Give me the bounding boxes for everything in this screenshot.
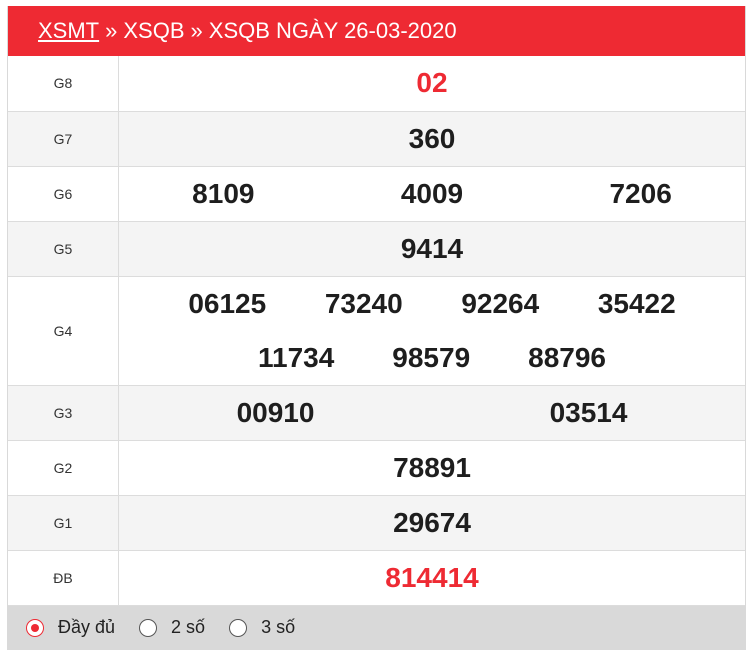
prize-row-g4: G4 06125 73240 92264 35422 11734 98579 8… <box>8 276 745 386</box>
prize-label: G6 <box>8 166 119 222</box>
prize-row-g1: G1 29674 <box>8 495 745 551</box>
display-options: Đầy đủ 2 số 3 số <box>8 605 745 650</box>
prize-label: G4 <box>8 276 119 386</box>
prize-numbers-line-1: 06125 73240 92264 35422 <box>119 277 745 331</box>
results-table: G8 02 G7 360 G6 8109 4009 7206 G5 9414 G… <box>8 56 745 606</box>
prize-row-g3: G3 00910 03514 <box>8 385 745 441</box>
prize-number: 88796 <box>528 341 606 373</box>
prize-label: G3 <box>8 385 119 441</box>
prize-label: G1 <box>8 495 119 551</box>
prize-number: 06125 <box>188 287 267 319</box>
prize-number: 35422 <box>597 287 676 319</box>
prize-number: 00910 <box>236 396 315 428</box>
prize-row-g6: G6 8109 4009 7206 <box>8 166 745 222</box>
prize-number: 03514 <box>549 396 628 428</box>
radio-selected-icon[interactable] <box>26 618 44 637</box>
prize-number: 11734 <box>257 341 335 373</box>
prize-numbers: 00910 03514 <box>119 397 745 429</box>
prize-numbers: 02 <box>119 67 745 99</box>
prize-number: 29674 <box>393 506 471 538</box>
results-table-container: XSMT» XSQB» XSQB NGÀY 26-03-2020 G8 02 G7 … <box>7 6 746 650</box>
prize-numbers: 814414 <box>119 562 745 594</box>
prize-label: G2 <box>8 440 119 496</box>
option-label: 3 số <box>261 617 296 637</box>
option-2-digits[interactable]: 2 số <box>139 617 205 638</box>
prize-label: G5 <box>8 221 119 277</box>
option-full[interactable]: Đầy đủ <box>26 617 115 638</box>
prize-label: ĐB <box>8 550 119 606</box>
prize-number: 78891 <box>393 451 471 483</box>
prize-number: 92264 <box>461 287 540 319</box>
prize-label: G8 <box>8 56 119 112</box>
breadcrumb-current: XSQB NGÀY 26-03-2020 <box>208 18 457 43</box>
radio-icon[interactable] <box>139 618 158 637</box>
option-3-digits[interactable]: 3 số <box>229 617 295 638</box>
prize-numbers: 8109 4009 7206 <box>119 178 745 210</box>
prize-number: 9414 <box>400 232 464 264</box>
prize-row-g7: G7 360 <box>8 111 745 167</box>
prize-numbers: 29674 <box>119 507 745 539</box>
breadcrumb-xsmt-link[interactable]: XSMT <box>38 18 99 43</box>
prize-number: 4009 <box>400 177 464 209</box>
option-label: Đầy đủ <box>58 617 116 637</box>
breadcrumb-xsqb: XSQB <box>123 18 185 43</box>
prize-numbers-line-2: 11734 98579 88796 <box>119 331 745 385</box>
prize-row-g8: G8 02 <box>8 56 745 112</box>
prize-label: G7 <box>8 111 119 167</box>
breadcrumb-separator: » <box>190 18 203 43</box>
prize-number: 360 <box>408 122 456 154</box>
prize-row-g5: G5 9414 <box>8 221 745 277</box>
prize-row-g2: G2 78891 <box>8 440 745 496</box>
prize-numbers: 9414 <box>119 233 745 265</box>
radio-icon[interactable] <box>229 618 248 637</box>
prize-row-db: ĐB 814414 <box>8 550 745 606</box>
breadcrumb-separator: » <box>105 18 118 43</box>
prize-number: 7206 <box>609 177 672 209</box>
breadcrumb: XSMT» XSQB» XSQB NGÀY 26-03-2020 <box>8 6 745 56</box>
prize-numbers: 78891 <box>119 452 745 484</box>
prize-number: 8109 <box>192 177 255 209</box>
prize-number: 98579 <box>392 341 471 373</box>
option-label: 2 số <box>171 617 206 637</box>
prize-number: 02 <box>416 67 448 99</box>
prize-numbers: 360 <box>119 123 745 155</box>
prize-number: 73240 <box>324 287 403 319</box>
prize-number: 814414 <box>385 561 479 593</box>
